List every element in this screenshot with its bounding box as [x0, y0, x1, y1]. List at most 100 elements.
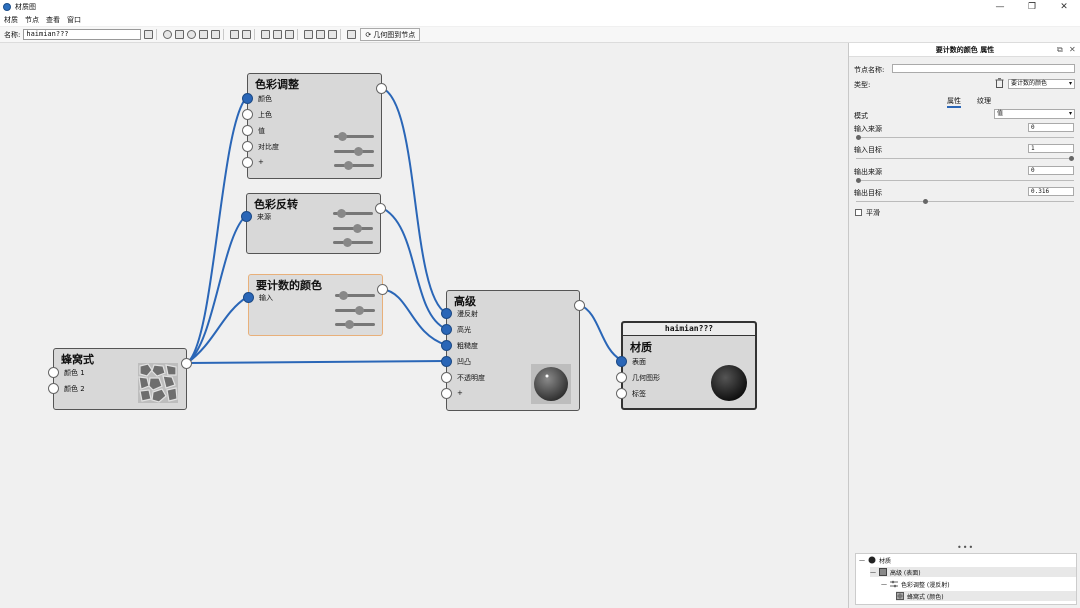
collapse-icon[interactable]: — [870, 569, 876, 576]
port-input[interactable] [242, 157, 253, 168]
port-output[interactable] [375, 203, 386, 214]
port-input[interactable] [242, 141, 253, 152]
input-source-label: 输入来源 [854, 125, 882, 133]
input-source-field[interactable]: 0 [1028, 123, 1074, 132]
port-label: 值 [258, 127, 265, 135]
output-source-field[interactable]: 0 [1028, 166, 1074, 175]
port-input[interactable] [441, 340, 452, 351]
node-material-output[interactable]: haimian??? 材质 表面 几何图形 标签 [616, 321, 757, 410]
port-output[interactable] [377, 284, 388, 295]
node-canvas[interactable]: 色彩调整 颜色 上色 值 对比度 + 色彩反转 来源 要计数的颜色 输入 蜂窝式… [0, 43, 848, 608]
node-advanced[interactable]: 高级 漫反射 高光 粗糙度 凹凸 不透明度 + [441, 290, 585, 411]
collapse-icon[interactable]: — [881, 581, 887, 588]
port-input[interactable] [441, 372, 452, 383]
port-input[interactable] [441, 388, 452, 399]
mode-label: 模式 [854, 112, 868, 120]
port-input[interactable] [48, 367, 59, 378]
properties-panel: 要计数的颜色 属性 ⧉ ✕ 节点名称: 类型: 要计数的颜色 ▾ 属性 纹理 模… [848, 43, 1080, 608]
port-label: 漫反射 [457, 310, 478, 318]
port-input[interactable] [243, 292, 254, 303]
node-title: 材质 [630, 341, 652, 354]
refresh-icon: ⟳ [365, 30, 372, 39]
delete-icon[interactable] [995, 78, 1004, 88]
port-input[interactable] [242, 93, 253, 104]
tab-texture[interactable]: 纹理 [977, 96, 991, 106]
node-honeycomb[interactable]: 蜂窝式 颜色 1 颜色 2 [48, 348, 192, 410]
splitter-handle[interactable]: ••• [957, 543, 974, 552]
copy-icon[interactable] [230, 30, 240, 39]
port-input[interactable] [242, 109, 253, 120]
split-icon[interactable] [347, 30, 357, 39]
port-label: 不透明度 [457, 374, 485, 382]
port-input[interactable] [616, 388, 627, 399]
output-target-slider[interactable] [856, 199, 1074, 204]
port-input[interactable] [241, 211, 252, 222]
port-input[interactable] [48, 383, 59, 394]
type-select[interactable]: 要计数的颜色 ▾ [1008, 79, 1075, 89]
delete-icon[interactable] [242, 30, 252, 39]
port-output[interactable] [181, 358, 192, 369]
sphere-preview-icon[interactable] [163, 30, 173, 39]
restore-button[interactable]: ❐ [1016, 0, 1048, 14]
menu-material[interactable]: 材质 [4, 15, 18, 25]
port-input[interactable] [441, 308, 452, 319]
input-target-slider[interactable] [856, 156, 1074, 161]
slider-icon [334, 132, 374, 141]
port-input[interactable] [242, 125, 253, 136]
wire-invert-specular [379, 206, 447, 330]
slider-icon [335, 320, 375, 329]
input-target-field[interactable]: 1 [1028, 144, 1074, 153]
menu-node[interactable]: 节点 [25, 15, 39, 25]
port-output[interactable] [574, 300, 585, 311]
input-source-slider[interactable] [856, 135, 1074, 140]
port-label: 对比度 [258, 143, 279, 151]
port-input[interactable] [441, 356, 452, 367]
target-icon[interactable] [187, 30, 197, 39]
close-panel-icon[interactable]: ✕ [1069, 43, 1076, 57]
geometry-to-node-button[interactable]: ⟳ 几何图到节点 [360, 28, 421, 41]
port-input[interactable] [441, 324, 452, 335]
toolbar-separator [223, 29, 225, 40]
port-input[interactable] [616, 372, 627, 383]
float-panel-icon[interactable]: ⧉ [1057, 43, 1063, 57]
node-count-color[interactable]: 要计数的颜色 输入 [243, 274, 388, 336]
menu-view[interactable]: 查看 [46, 15, 60, 25]
box-preview-icon[interactable] [175, 30, 185, 39]
node-color-invert[interactable]: 色彩反转 来源 [241, 193, 386, 254]
type-label: 类型: [854, 81, 871, 89]
adjust-icon[interactable] [199, 30, 209, 39]
frame-icon[interactable] [316, 30, 326, 39]
link-icon[interactable] [285, 30, 295, 39]
arrange-icon[interactable] [273, 30, 283, 39]
node-name-input[interactable] [892, 64, 1075, 73]
tree-item-honeycomb[interactable]: 蜂窝式 (颜色) [896, 591, 1076, 601]
tree-item-color-adjust[interactable]: — 色彩调整 (漫反射) [881, 579, 950, 589]
align-icon[interactable] [304, 30, 314, 39]
advanced-icon [879, 568, 887, 576]
output-target-field[interactable]: 0.316 [1028, 187, 1074, 196]
warning-icon[interactable] [211, 30, 221, 39]
tab-properties[interactable]: 属性 [947, 96, 961, 108]
wire-advanced-surface [579, 304, 622, 361]
close-button[interactable]: ✕ [1048, 0, 1080, 14]
grid-icon[interactable] [328, 30, 338, 39]
minimize-button[interactable]: — [984, 0, 1016, 14]
output-target-label: 输出目标 [854, 189, 882, 197]
collapse-icon[interactable]: — [859, 557, 865, 564]
tree-item-material[interactable]: — 材质 [859, 555, 891, 565]
menu-window[interactable]: 窗口 [67, 15, 81, 25]
node-color-adjust[interactable]: 色彩调整 颜色 上色 值 对比度 + [242, 73, 387, 179]
node-tree: — 材质 — 高级 (表面) — 色彩调整 (漫反射) 蜂窝式 (颜色) [855, 553, 1077, 605]
port-label: 凹凸 [457, 358, 471, 366]
layout-icon[interactable] [261, 30, 271, 39]
node-title: 色彩反转 [254, 198, 298, 211]
output-source-slider[interactable] [856, 178, 1074, 183]
node-title: 要计数的颜色 [256, 279, 322, 292]
port-output[interactable] [376, 83, 387, 94]
save-icon[interactable] [144, 30, 154, 39]
smooth-checkbox[interactable] [855, 209, 862, 216]
mode-select[interactable]: 值 ▾ [994, 109, 1075, 119]
port-input[interactable] [616, 356, 627, 367]
tree-item-advanced[interactable]: — 高级 (表面) [870, 567, 1076, 577]
material-name-input[interactable]: haimian??? [23, 29, 142, 40]
